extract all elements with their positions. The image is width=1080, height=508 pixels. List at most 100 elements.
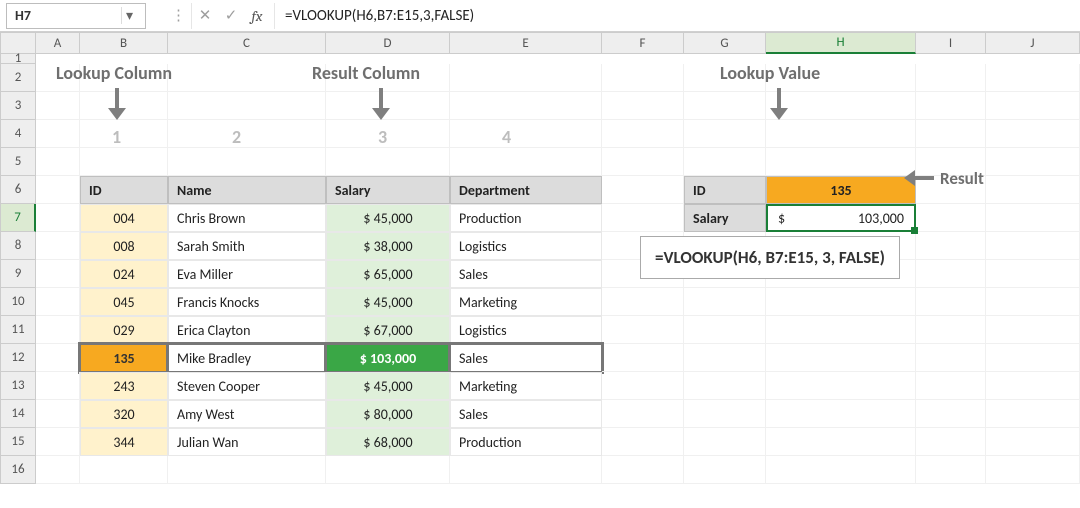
row-header[interactable]: 12 <box>0 344 36 372</box>
cell[interactable] <box>602 288 684 316</box>
cell[interactable] <box>986 92 1080 120</box>
table-cell-name[interactable]: Erica Clayton <box>168 316 326 344</box>
row-header[interactable]: 13 <box>0 372 36 400</box>
accept-icon[interactable]: ✓ <box>218 3 244 29</box>
row-header[interactable]: 2 <box>0 64 36 92</box>
cell[interactable] <box>602 176 684 204</box>
table-cell-department[interactable]: Sales <box>450 260 602 288</box>
table-cell-salary[interactable]: $ 45,000 <box>326 288 450 316</box>
cell[interactable] <box>986 288 1080 316</box>
cell[interactable] <box>36 344 80 372</box>
cell[interactable] <box>602 344 684 372</box>
table-cell-salary[interactable]: $ 65,000 <box>326 260 450 288</box>
cell[interactable] <box>986 148 1080 176</box>
column-header[interactable]: H <box>766 32 916 54</box>
cell[interactable] <box>602 120 684 148</box>
cell[interactable] <box>450 54 602 64</box>
cell[interactable] <box>36 176 80 204</box>
options-icon[interactable]: ⋮ <box>166 3 192 29</box>
column-header[interactable]: I <box>916 32 986 54</box>
column-header[interactable]: J <box>986 32 1080 54</box>
row-header[interactable]: 5 <box>0 148 36 176</box>
table-cell-department[interactable]: Logistics <box>450 316 602 344</box>
cell[interactable] <box>684 372 766 400</box>
cell[interactable] <box>450 92 602 120</box>
cell[interactable] <box>684 456 766 484</box>
cancel-icon[interactable]: ✕ <box>192 3 218 29</box>
table-cell-salary[interactable]: $ 45,000 <box>326 372 450 400</box>
cell[interactable] <box>986 428 1080 456</box>
row-header[interactable]: 16 <box>0 456 36 484</box>
cell[interactable] <box>80 148 168 176</box>
cell[interactable] <box>766 372 916 400</box>
row-header[interactable]: 7 <box>0 204 36 232</box>
table-cell-salary[interactable]: $ 67,000 <box>326 316 450 344</box>
cell[interactable] <box>986 372 1080 400</box>
cell[interactable] <box>36 316 80 344</box>
row-header[interactable]: 11 <box>0 316 36 344</box>
cell[interactable] <box>766 288 916 316</box>
column-header[interactable]: A <box>36 32 80 54</box>
row-header[interactable]: 3 <box>0 92 36 120</box>
spreadsheet-grid[interactable]: ABCDEFGHIJ123456IDNameSalaryDepartmentID… <box>0 32 1080 484</box>
table-cell-name[interactable]: Steven Cooper <box>168 372 326 400</box>
cell[interactable] <box>602 92 684 120</box>
cell[interactable] <box>36 148 80 176</box>
cell[interactable] <box>766 456 916 484</box>
cell[interactable] <box>766 344 916 372</box>
table-cell-department[interactable]: Sales <box>450 344 602 372</box>
table-cell-department[interactable]: Marketing <box>450 372 602 400</box>
table-cell-salary[interactable]: $ 38,000 <box>326 232 450 260</box>
cell[interactable] <box>766 120 916 148</box>
row-header[interactable]: 8 <box>0 232 36 260</box>
cell[interactable] <box>450 148 602 176</box>
row-header[interactable]: 10 <box>0 288 36 316</box>
cell[interactable] <box>602 64 684 92</box>
cell[interactable] <box>916 232 986 260</box>
cell[interactable] <box>602 372 684 400</box>
cell[interactable] <box>684 316 766 344</box>
cell[interactable] <box>602 316 684 344</box>
fill-handle[interactable] <box>911 227 918 234</box>
cell[interactable] <box>986 456 1080 484</box>
formula-input[interactable]: =VLOOKUP(H6,B7:E15,3,FALSE) <box>274 3 1080 29</box>
cell[interactable] <box>684 288 766 316</box>
table-cell-id[interactable]: 024 <box>80 260 168 288</box>
cell[interactable] <box>326 456 450 484</box>
table-cell-department[interactable]: Production <box>450 428 602 456</box>
cell[interactable] <box>766 148 916 176</box>
cell[interactable] <box>916 54 986 64</box>
table-cell-id[interactable]: 029 <box>80 316 168 344</box>
table-cell-name[interactable]: Eva Miller <box>168 260 326 288</box>
cell[interactable] <box>36 400 80 428</box>
cell[interactable] <box>36 456 80 484</box>
table-cell-salary[interactable]: $ 103,000 <box>326 344 450 372</box>
cell[interactable] <box>168 456 326 484</box>
cell[interactable] <box>916 372 986 400</box>
row-header[interactable]: 6 <box>0 176 36 204</box>
cell[interactable] <box>450 120 602 148</box>
cell[interactable] <box>916 316 986 344</box>
cell[interactable] <box>36 428 80 456</box>
cell[interactable] <box>684 120 766 148</box>
cell[interactable] <box>450 64 602 92</box>
cell[interactable] <box>986 120 1080 148</box>
cell[interactable] <box>36 288 80 316</box>
cell[interactable] <box>916 428 986 456</box>
cell[interactable] <box>36 372 80 400</box>
cell[interactable] <box>168 54 326 64</box>
cell[interactable] <box>602 428 684 456</box>
table-cell-id[interactable]: 008 <box>80 232 168 260</box>
row-header[interactable]: 1 <box>0 54 36 64</box>
cell[interactable] <box>916 120 986 148</box>
table-cell-name[interactable]: Amy West <box>168 400 326 428</box>
column-header[interactable]: D <box>326 32 450 54</box>
cell[interactable] <box>916 288 986 316</box>
cell[interactable] <box>602 148 684 176</box>
table-cell-salary[interactable]: $ 68,000 <box>326 428 450 456</box>
table-cell-id[interactable]: 344 <box>80 428 168 456</box>
row-header[interactable]: 14 <box>0 400 36 428</box>
cell[interactable] <box>80 456 168 484</box>
cell[interactable] <box>80 120 168 148</box>
table-cell-name[interactable]: Mike Bradley <box>168 344 326 372</box>
